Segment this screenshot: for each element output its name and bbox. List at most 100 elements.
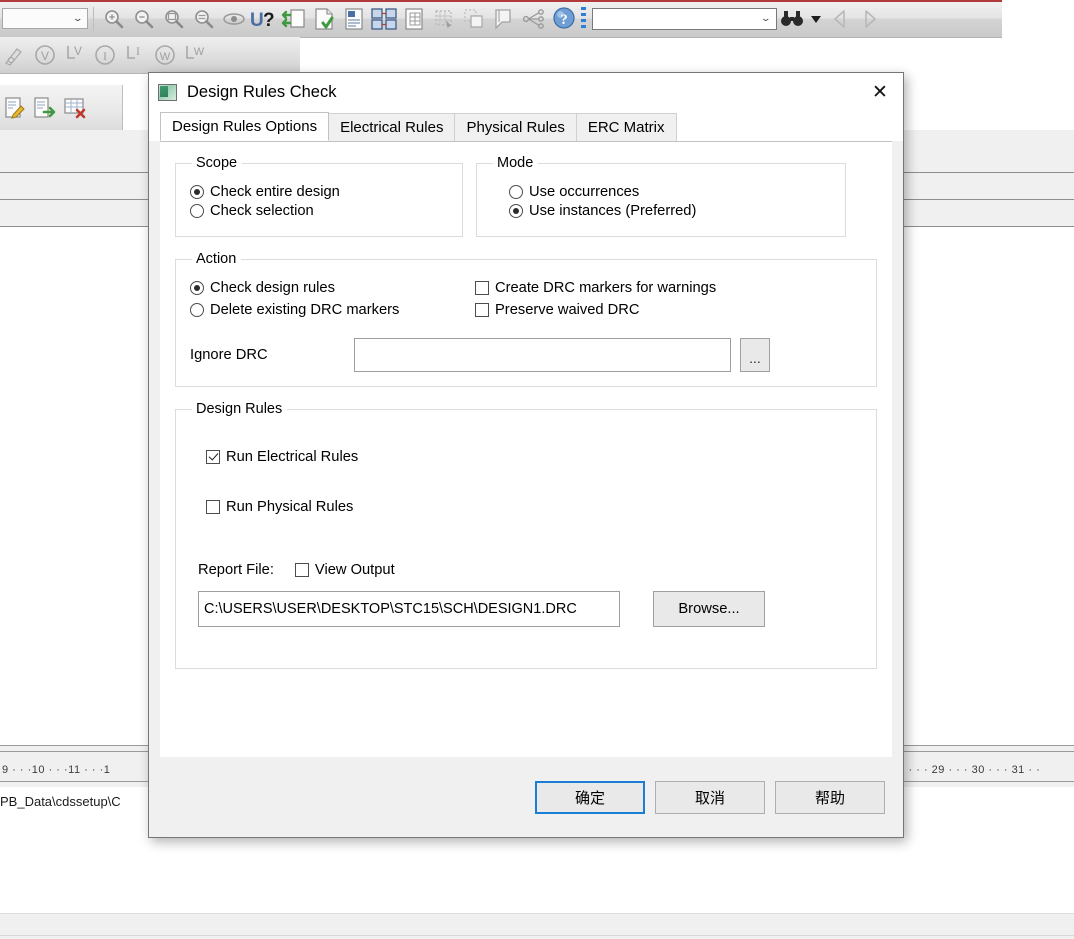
ignore-drc-row: Ignore DRC ... — [190, 338, 862, 372]
new-check-page-icon[interactable] — [309, 4, 339, 34]
checkbox-run-physical-rules[interactable]: Run Physical Rules — [206, 499, 862, 515]
edit-page-icon[interactable] — [0, 93, 30, 123]
voltage-marker-icon[interactable]: V — [30, 40, 60, 70]
binoculars-find-icon[interactable] — [777, 4, 807, 34]
checkbox-indicator — [206, 500, 220, 514]
dialog-footer: 确定 取消 帮助 — [149, 757, 903, 837]
report-toolbar — [0, 85, 123, 131]
current-level-icon[interactable]: I — [120, 40, 150, 70]
tab-erc-matrix[interactable]: ERC Matrix — [575, 113, 677, 141]
radio-use-occurrences[interactable]: Use occurrences — [509, 184, 831, 200]
design-rules-check-dialog: Design Rules Check ✕ Design Rules Option… — [148, 72, 904, 838]
checkbox-label: Run Electrical Rules — [226, 449, 359, 465]
dialog-tabstrip: Design Rules Options Electrical Rules Ph… — [149, 112, 903, 141]
action-checkbox-column: Create DRC markers for warnings Preserve… — [475, 277, 775, 321]
current-marker-icon[interactable]: I — [90, 40, 120, 70]
checkbox-create-drc-markers-for-warnings[interactable]: Create DRC markers for warnings — [475, 280, 775, 296]
radio-label: Check selection — [210, 203, 314, 219]
radio-indicator — [509, 204, 523, 218]
browse-button[interactable]: Browse... — [653, 591, 765, 627]
zoom-out-icon[interactable] — [129, 4, 159, 34]
close-icon[interactable]: ✕ — [857, 73, 903, 112]
ignore-drc-input[interactable] — [354, 338, 731, 372]
mode-group: Mode Use occurrences Use instances (Pref… — [476, 155, 846, 237]
flag-shape-icon[interactable] — [489, 4, 519, 34]
markers-toolbar: V V I I W W — [0, 37, 300, 74]
radio-label: Delete existing DRC markers — [210, 302, 400, 318]
find-previous-icon[interactable] — [825, 4, 855, 34]
design-rules-check-icon — [158, 84, 177, 101]
find-dropdown-icon[interactable] — [807, 4, 825, 34]
ruler-right-labels: · 28 · · · 29 · · · 30 · · · 31 · · — [884, 764, 1041, 776]
checkbox-indicator — [475, 281, 489, 295]
tab-design-rules-options[interactable]: Design Rules Options — [160, 112, 330, 141]
svg-text:?: ? — [560, 12, 568, 28]
radio-label: Use instances (Preferred) — [529, 203, 697, 219]
report-file-label: Report File: — [198, 562, 274, 578]
ignore-drc-label: Ignore DRC — [190, 347, 268, 363]
radio-delete-existing-drc-markers[interactable]: Delete existing DRC markers — [190, 302, 475, 318]
checkbox-view-output[interactable]: View Output — [294, 562, 395, 578]
find-next-icon[interactable] — [855, 4, 885, 34]
radio-label: Check design rules — [210, 280, 335, 296]
checkbox-label: Preserve waived DRC — [495, 302, 640, 318]
svg-text:W: W — [194, 46, 205, 58]
zoom-fit-icon[interactable] — [189, 4, 219, 34]
tab-panel-design-rules-options: Scope Check entire design Check selectio… — [160, 141, 892, 757]
ok-button[interactable]: 确定 — [535, 780, 645, 814]
spreadsheet-page-icon[interactable] — [399, 4, 429, 34]
svg-text:U: U — [250, 10, 264, 31]
export-page-icon[interactable] — [30, 93, 60, 123]
radio-use-instances[interactable]: Use instances (Preferred) — [509, 203, 831, 219]
help-button[interactable]: 帮助 — [775, 780, 885, 814]
cancel-button[interactable]: 取消 — [655, 780, 765, 814]
find-input[interactable]: ⌄ — [592, 7, 777, 30]
undo-query-icon[interactable]: U? — [249, 4, 279, 34]
ignore-drc-browse-button[interactable]: ... — [740, 338, 770, 372]
checkbox-preserve-waived-drc[interactable]: Preserve waived DRC — [475, 302, 775, 318]
radio-check-entire-design[interactable]: Check entire design — [190, 184, 448, 200]
chevron-down-icon: ⌄ — [760, 13, 772, 23]
zoom-in-icon[interactable] — [99, 4, 129, 34]
radio-check-design-rules[interactable]: Check design rules — [190, 280, 475, 296]
netlist-page-icon[interactable] — [339, 4, 369, 34]
tab-electrical-rules[interactable]: Electrical Rules — [328, 113, 456, 141]
toolbar-drag-grip[interactable] — [581, 6, 586, 31]
ruler-left-labels: 9 · · ·10 · · ·11 · · ·1 — [2, 764, 111, 776]
back-annotate-icon[interactable] — [369, 4, 399, 34]
eye-visibility-icon[interactable] — [219, 4, 249, 34]
scope-mode-row: Scope Check entire design Check selectio… — [175, 155, 877, 251]
main-toolbar: ⌄ U? ? ⌄ — [0, 0, 1002, 38]
radio-indicator — [190, 185, 204, 199]
checkbox-indicator — [206, 450, 220, 464]
dialog-title-bar: Design Rules Check ✕ — [149, 73, 903, 112]
hierarchy-icon[interactable] — [519, 4, 549, 34]
power-marker-icon[interactable]: W — [150, 40, 180, 70]
grid-select-icon[interactable] — [429, 4, 459, 34]
tab-physical-rules[interactable]: Physical Rules — [454, 113, 577, 141]
checkbox-run-electrical-rules[interactable]: Run Electrical Rules — [206, 449, 862, 465]
report-path-row: C:\USERS\USER\DESKTOP\STC15\SCH\DESIGN1.… — [198, 591, 862, 627]
report-path-input[interactable]: C:\USERS\USER\DESKTOP\STC15\SCH\DESIGN1.… — [198, 591, 620, 627]
toolbar-combo[interactable]: ⌄ — [2, 8, 88, 29]
design-rules-legend: Design Rules — [196, 401, 283, 417]
power-level-icon[interactable]: W — [180, 40, 210, 70]
delete-table-icon[interactable] — [60, 93, 90, 123]
radio-indicator — [190, 303, 204, 317]
radio-check-selection[interactable]: Check selection — [190, 203, 448, 219]
checkbox-indicator — [294, 563, 309, 577]
voltage-level-icon[interactable]: V — [60, 40, 90, 70]
scope-legend: Scope — [196, 155, 238, 171]
radio-label: Check entire design — [210, 184, 340, 200]
copy-shape-icon[interactable] — [459, 4, 489, 34]
zoom-region-icon[interactable] — [159, 4, 189, 34]
probe-icon[interactable] — [0, 40, 30, 70]
sync-update-icon[interactable] — [279, 4, 309, 34]
help-icon[interactable]: ? — [549, 4, 579, 34]
checkbox-label: Create DRC markers for warnings — [495, 280, 717, 296]
report-file-row: Report File: View Output — [198, 562, 862, 578]
chevron-down-icon: ⌄ — [72, 13, 84, 23]
scope-group: Scope Check entire design Check selectio… — [175, 155, 463, 237]
checkbox-label: View Output — [314, 562, 395, 578]
action-options-grid: Check design rules Delete existing DRC m… — [190, 277, 862, 321]
